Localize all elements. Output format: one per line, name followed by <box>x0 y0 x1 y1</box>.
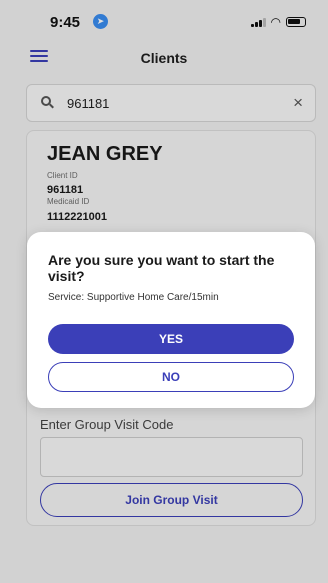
start-visit-dialog: Are you sure you want to start the visit… <box>27 232 315 408</box>
dialog-service-text: Service: Supportive Home Care/15min <box>48 292 219 303</box>
dialog-title: Are you sure you want to start the visit… <box>48 252 275 284</box>
yes-button[interactable]: YES <box>48 324 294 354</box>
no-button[interactable]: NO <box>48 362 294 392</box>
